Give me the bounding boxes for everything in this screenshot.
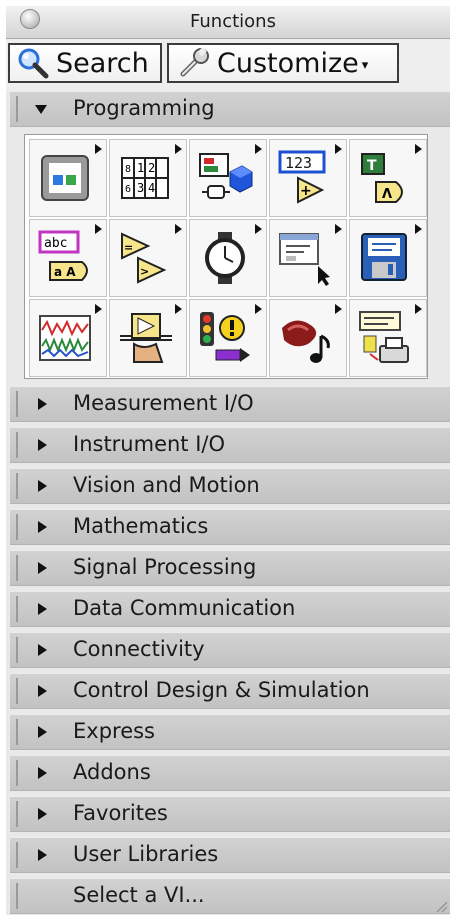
svg-text:4: 4 — [148, 181, 155, 195]
category-label: Vision and Motion — [73, 473, 260, 497]
submenu-arrow-icon — [255, 224, 262, 234]
category-signal-processing[interactable]: Signal Processing — [10, 550, 450, 586]
submenu-arrow-icon — [415, 304, 422, 314]
collapsed-triangle-icon[interactable] — [38, 562, 47, 574]
category-measurement-io[interactable]: Measurement I/O — [10, 386, 450, 422]
application-control-icon[interactable] — [109, 299, 187, 377]
programming-subpalette-grid: 8 1 2 6 3 4 123 + T Λ abc a A = > — [24, 134, 428, 379]
report-generation-icon[interactable] — [349, 299, 427, 377]
category-connectivity[interactable]: Connectivity — [10, 632, 450, 668]
wrench-icon — [180, 47, 209, 77]
collapsed-triangle-icon[interactable] — [38, 439, 47, 451]
svg-text:+: + — [300, 183, 312, 199]
submenu-arrow-icon — [95, 304, 102, 314]
category-label: Mathematics — [73, 514, 209, 538]
svg-text:Λ: Λ — [382, 187, 392, 202]
comparison-icon[interactable]: = > — [109, 219, 187, 297]
category-vision-and-motion[interactable]: Vision and Motion — [10, 468, 450, 504]
customize-label: Customize — [217, 47, 359, 79]
submenu-arrow-icon — [335, 224, 342, 234]
collapsed-triangle-icon[interactable] — [38, 726, 47, 738]
search-button[interactable]: Search — [8, 43, 162, 83]
svg-text:abc: abc — [44, 236, 67, 251]
array-icon[interactable]: 8 1 2 6 3 4 — [109, 139, 187, 217]
category-label: Favorites — [73, 801, 168, 825]
synchronization-icon[interactable] — [189, 299, 267, 377]
category-label: Data Communication — [73, 596, 296, 620]
cluster-class-variant-icon[interactable] — [189, 139, 267, 217]
category-label: Programming — [73, 96, 215, 120]
timing-icon[interactable] — [189, 219, 267, 297]
string-icon[interactable]: abc a A — [29, 219, 107, 297]
resize-grip[interactable] — [435, 900, 447, 912]
category-label: Addons — [73, 760, 151, 784]
expanded-triangle-icon[interactable] — [35, 105, 47, 114]
collapsed-triangle-icon[interactable] — [38, 398, 47, 410]
svg-text:6: 6 — [125, 184, 131, 195]
waveform-icon[interactable] — [29, 299, 107, 377]
submenu-arrow-icon — [255, 304, 262, 314]
category-label: User Libraries — [73, 842, 219, 866]
category-favorites[interactable]: Favorites — [10, 796, 450, 832]
category-label: Measurement I/O — [73, 391, 254, 415]
title-bar[interactable]: Functions — [6, 6, 450, 39]
collapsed-triangle-icon[interactable] — [38, 767, 47, 779]
category-label: Connectivity — [73, 637, 205, 661]
svg-text:>: > — [140, 265, 149, 278]
category-control-design-simulation[interactable]: Control Design & Simulation — [10, 673, 450, 709]
svg-text:a A: a A — [54, 265, 76, 279]
category-label: Express — [73, 719, 156, 743]
submenu-arrow-icon — [95, 144, 102, 154]
submenu-arrow-icon — [415, 224, 422, 234]
file-io-icon[interactable] — [349, 219, 427, 297]
select-vi-label: Select a VI... — [73, 883, 205, 907]
submenu-arrow-icon — [95, 224, 102, 234]
structures-icon[interactable] — [29, 139, 107, 217]
palette-toolbar: Search Customize ▾ — [6, 39, 450, 91]
dialog-user-interface-icon[interactable] — [269, 219, 347, 297]
collapsed-triangle-icon[interactable] — [38, 685, 47, 697]
submenu-arrow-icon — [175, 144, 182, 154]
category-label: Control Design & Simulation — [73, 678, 370, 702]
collapsed-triangle-icon[interactable] — [38, 521, 47, 533]
category-data-communication[interactable]: Data Communication — [10, 591, 450, 627]
category-instrument-io[interactable]: Instrument I/O — [10, 427, 450, 463]
submenu-arrow-icon — [175, 224, 182, 234]
window-title: Functions — [190, 11, 276, 32]
numeric-icon[interactable]: 123 + — [269, 139, 347, 217]
svg-text:8: 8 — [125, 164, 131, 175]
search-label: Search — [56, 47, 149, 79]
category-programming[interactable]: Programming — [10, 91, 450, 127]
category-user-libraries[interactable]: User Libraries — [10, 837, 450, 873]
customize-button[interactable]: Customize ▾ — [167, 43, 399, 83]
category-addons[interactable]: Addons — [10, 755, 450, 791]
category-label: Instrument I/O — [73, 432, 226, 456]
collapsed-triangle-icon[interactable] — [38, 480, 47, 492]
collapsed-triangle-icon[interactable] — [38, 808, 47, 820]
collapsed-triangle-icon[interactable] — [38, 603, 47, 615]
svg-text:1: 1 — [137, 161, 144, 175]
select-vi-item[interactable]: Select a VI... — [10, 878, 450, 914]
functions-palette: Functions Search Customize ▾ Programming — [6, 6, 450, 915]
submenu-arrow-icon — [335, 144, 342, 154]
svg-text:2: 2 — [148, 161, 155, 175]
svg-text:T: T — [367, 158, 377, 174]
magnifier-icon — [18, 48, 49, 79]
submenu-arrow-icon — [175, 304, 182, 314]
svg-text:3: 3 — [137, 181, 144, 195]
boolean-icon[interactable]: T Λ — [349, 139, 427, 217]
svg-text:=: = — [124, 241, 133, 254]
submenu-arrow-icon — [255, 144, 262, 154]
category-label: Signal Processing — [73, 555, 257, 579]
graphics-sound-icon[interactable] — [269, 299, 347, 377]
submenu-arrow-icon — [415, 144, 422, 154]
dropdown-caret-icon: ▾ — [361, 57, 369, 73]
collapsed-triangle-icon[interactable] — [38, 849, 47, 861]
drag-handle[interactable] — [16, 96, 18, 122]
submenu-arrow-icon — [335, 304, 342, 314]
category-express[interactable]: Express — [10, 714, 450, 750]
category-mathematics[interactable]: Mathematics — [10, 509, 450, 545]
collapsed-triangle-icon[interactable] — [38, 644, 47, 656]
svg-text:123: 123 — [285, 154, 312, 172]
